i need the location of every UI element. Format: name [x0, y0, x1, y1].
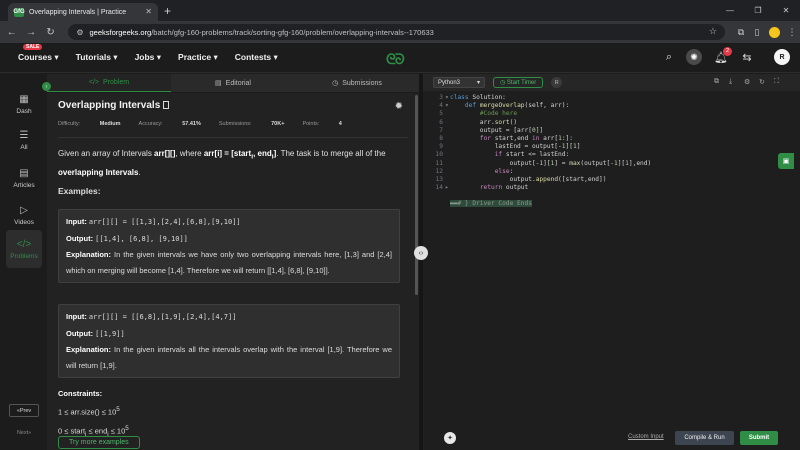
navbar-actions: ⌕ ✺ 🔔︎ 2 ⇆ R: [652, 46, 790, 65]
copy-icon[interactable]: ⧉: [714, 78, 719, 86]
chat-icon[interactable]: ▣: [778, 153, 794, 169]
problem-tabs: </> Problem ▤ Editorial ◷ Submissions: [47, 74, 419, 92]
bug-report-icon[interactable]: ✹: [395, 101, 403, 112]
language-select[interactable]: Python3 ▾: [433, 77, 485, 88]
translate-icon[interactable]: ⇆: [738, 51, 756, 64]
prev-button[interactable]: « Prev: [9, 404, 39, 417]
maximize-icon[interactable]: ❐: [744, 6, 772, 15]
nav-jobs[interactable]: Jobs ▾: [135, 52, 161, 63]
points-value: 4: [338, 121, 342, 127]
problem-description: Given an array of Intervals arr[][], whe…: [58, 149, 386, 177]
download-icon[interactable]: ⤓: [729, 78, 732, 86]
example-box: Input: arr[][] = [[6,8],[1,9],[2,4],[4,7…: [58, 304, 400, 378]
browser-toolbar-right: ⧉ ▯ ⋮: [733, 26, 800, 38]
editor-footer: ✦ Custom Input Compile & Run Submit: [423, 426, 800, 450]
nav-tutorials[interactable]: Tutorials ▾: [76, 52, 118, 63]
editor-toolbar: Python3 ▾ ◷ Start Timer R ⧉ ⤓ ⚙ ↻ ⛶: [423, 74, 800, 91]
close-tab-icon[interactable]: ✕: [145, 7, 152, 16]
notification-badge: 2: [723, 46, 732, 56]
clock-icon: ◷: [332, 80, 339, 87]
difficulty-value: Medium: [99, 121, 121, 127]
fullscreen-icon[interactable]: ⛶: [774, 78, 779, 86]
try-more-examples-button[interactable]: Try more examples: [58, 436, 140, 449]
nav-practice[interactable]: Practice ▾: [178, 52, 218, 63]
url-field[interactable]: ⚙ geeksforgeeks.org/batch/gfg-160-proble…: [68, 24, 725, 40]
nav-contests[interactable]: Contests ▾: [235, 52, 278, 63]
timer-icon: ◷: [500, 80, 507, 86]
reload-icon[interactable]: ↻: [43, 27, 58, 38]
refresh-icon[interactable]: ↻: [759, 78, 765, 86]
examples-heading: Examples:: [58, 186, 101, 196]
back-icon[interactable]: ←: [4, 27, 19, 38]
menu-kebab-icon[interactable]: ⋮: [784, 27, 800, 38]
forward-icon[interactable]: →: [23, 27, 38, 38]
theme-toggle[interactable]: ✺: [686, 49, 704, 65]
extensions-icon[interactable]: ⧉: [733, 27, 749, 38]
chevron-down-icon: ▾: [476, 80, 480, 86]
lightbulb-icon[interactable]: ✦: [444, 432, 456, 444]
reset-icon[interactable]: R: [551, 77, 563, 88]
browser-tab-bar: GfG Overlapping Intervals | Practice ✕ +…: [0, 0, 800, 21]
tab-submissions[interactable]: ◷ Submissions: [295, 74, 419, 92]
next-button[interactable]: Next »: [9, 426, 39, 439]
problem-scrollbar[interactable]: [415, 95, 418, 295]
avatar[interactable]: R: [774, 49, 790, 65]
sidebar-item-all[interactable]: ☰ All: [6, 122, 42, 158]
compile-run-button[interactable]: Compile & Run: [675, 431, 734, 445]
tab-title: Overlapping Intervals | Practice: [29, 8, 127, 16]
site-navbar: SALE Courses ▾ Tutorials ▾ Jobs ▾ Practic…: [0, 43, 800, 73]
sidebar-toggle-icon[interactable]: ›: [42, 82, 51, 91]
gfg-favicon-icon: GfG: [13, 7, 25, 17]
sale-badge: SALE: [23, 44, 43, 50]
gfg-logo[interactable]: ᘓᘐ: [386, 51, 405, 68]
nav-courses[interactable]: SALE Courses ▾: [18, 44, 59, 63]
sidebar-item-videos[interactable]: ▷ Videos: [6, 197, 42, 233]
url-domain: geeksforgeeks.org: [89, 27, 152, 37]
constraints: Constraints: 1 ≤ arr.size() ≤ 105 0 ≤ st…: [58, 389, 129, 438]
video-icon: ▷: [20, 204, 28, 216]
browser-tab[interactable]: GfG Overlapping Intervals | Practice ✕: [8, 3, 158, 21]
list-icon: ☰: [19, 129, 29, 141]
sidebar-item-problems[interactable]: </> Problems: [6, 230, 42, 268]
tab-editorial[interactable]: ▤ Editorial: [171, 74, 295, 92]
page-title: Overlapping Intervals: [58, 100, 170, 111]
article-icon: ▤: [19, 167, 29, 179]
sun-icon: ✺: [686, 49, 702, 65]
new-tab-icon[interactable]: +: [164, 4, 171, 18]
left-sidebar: ▦ Dash ☰ All ▤ Articles ▷ Videos </> Pro…: [0, 74, 47, 450]
code-icon: </>: [88, 79, 100, 86]
editor-panel: Python3 ▾ ◷ Start Timer R ⧉ ⤓ ⚙ ↻ ⛶ 3 4 5…: [423, 74, 800, 450]
address-bar-row: ← → ↻ ⚙ geeksforgeeks.org/batch/gfg-160-…: [0, 21, 800, 43]
submit-button[interactable]: Submit: [740, 431, 778, 445]
start-timer-button[interactable]: ◷ Start Timer: [493, 77, 544, 88]
sidepanel-icon[interactable]: ▯: [749, 27, 765, 38]
example-box: Input: arr[][] = [[1,3],[2,4],[6,8],[9,1…: [58, 209, 400, 283]
tab-problem[interactable]: </> Problem: [47, 74, 171, 92]
custom-input-link[interactable]: Custom Input: [628, 434, 664, 440]
code-icon: </>: [16, 238, 32, 250]
close-window-icon[interactable]: ✕: [772, 6, 800, 15]
profile-icon[interactable]: [769, 26, 780, 38]
sidebar-item-articles[interactable]: ▤ Articles: [6, 160, 42, 196]
notification-bell-icon[interactable]: 🔔︎ 2: [712, 46, 732, 64]
accuracy-value: 57.41%: [182, 121, 201, 127]
divider: [58, 137, 408, 138]
code-editor[interactable]: 3 4 5 6 7 8 9 10 11 12 13 14 ▾ ▾ ▸ class…: [423, 93, 800, 263]
grid-icon: ▦: [19, 93, 29, 105]
window-controls: — ❐ ✕: [716, 0, 800, 21]
sidebar-item-dash[interactable]: ▦ Dash: [6, 86, 42, 122]
editorial-icon: ▤: [215, 80, 222, 87]
search-icon[interactable]: ⌕: [660, 51, 678, 64]
problem-panel: Overlapping Intervals ✹ Difficulty: Medi…: [47, 93, 419, 450]
site-info-icon[interactable]: ⚙: [76, 28, 83, 37]
settings-icon[interactable]: ⚙: [744, 78, 750, 86]
submissions-value: 70K+: [271, 121, 285, 127]
url-path: /batch/gfg-160-problems/track/sorting-gf…: [151, 27, 434, 37]
bookmark-star-icon[interactable]: ☆: [709, 26, 717, 37]
drag-handle-icon[interactable]: ‹›: [414, 246, 428, 260]
bookmark-icon[interactable]: [163, 101, 170, 109]
problem-meta: Difficulty: Medium Accuracy: 57.41% Subm…: [58, 121, 342, 127]
minimize-icon[interactable]: —: [716, 6, 744, 15]
